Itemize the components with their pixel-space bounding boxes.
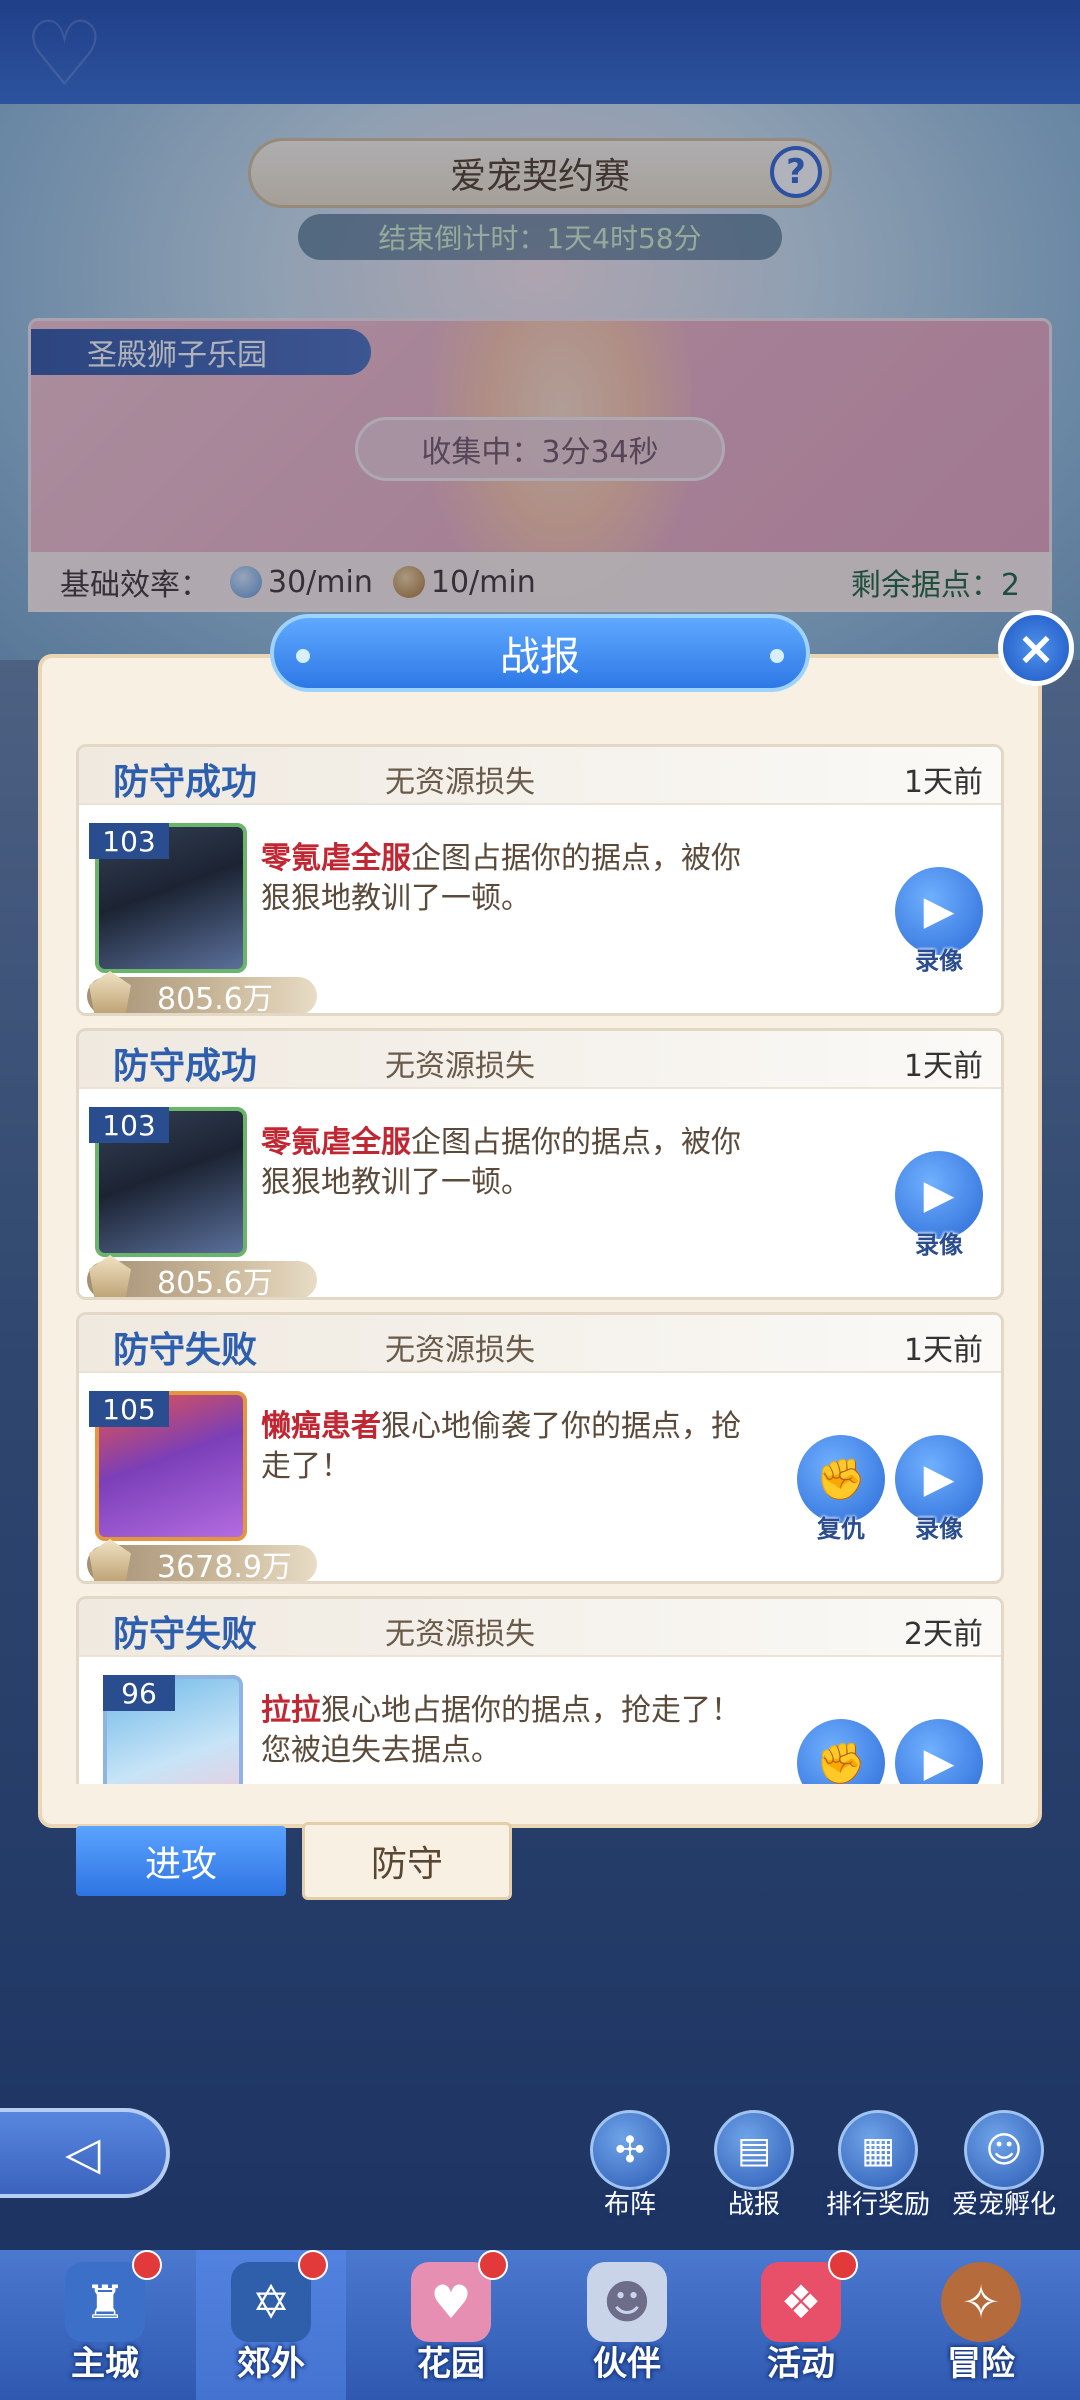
report-card: 防守成功 无资源损失 1天前 103 805.6万 零氪虐全服企图占据你的据点，…: [76, 1028, 1004, 1300]
heart-icon: ♥: [411, 2262, 491, 2342]
report-result: 防守成功: [113, 762, 258, 803]
gift-icon: ❖: [761, 2262, 841, 2342]
nav-suburb[interactable]: ✡ 郊外: [196, 2250, 346, 2400]
pet-icon: ☺: [985, 2129, 1023, 2171]
opponent-name[interactable]: 懒癌患者: [261, 1409, 381, 1444]
report-result: 防守失败: [113, 1614, 258, 1655]
back-button[interactable]: ◁: [0, 2108, 170, 2198]
video-camera-icon: ▶: [923, 1172, 955, 1218]
back-arrow-icon: ◁: [65, 2126, 101, 2180]
notification-dot: [828, 2250, 858, 2280]
report-loss: 无资源损失: [385, 1617, 535, 1652]
opponent-level: 96: [103, 1675, 175, 1711]
castle-icon: ♜: [65, 2262, 145, 2342]
opponent-name[interactable]: 拉拉: [261, 1693, 321, 1728]
formation-icon: ✣: [614, 2129, 646, 2171]
report-time: 1天前: [903, 1049, 983, 1084]
ranking-reward-button[interactable]: ▦: [838, 2110, 918, 2190]
report-text: 狠心地占据你的据点，抢走了！您被迫失去据点。: [261, 1693, 741, 1768]
battle-report-button[interactable]: ▤: [714, 2110, 794, 2190]
report-list[interactable]: 防守成功 无资源损失 1天前 103 805.6万 零氪虐全服企图占据你的据点，…: [76, 720, 1004, 1784]
nav-partner[interactable]: ☻ 伙伴: [552, 2250, 702, 2400]
replay-label: 录像: [915, 1231, 963, 1259]
battle-report-label: 战报: [727, 2190, 780, 2220]
report-message: 零氪虐全服企图占据你的据点，被你狠狠地教训了一顿。: [261, 839, 761, 919]
partner-avatar-icon: ☻: [587, 2262, 667, 2342]
video-camera-icon: ▶: [923, 888, 955, 934]
opponent-name[interactable]: 零氪虐全服: [261, 841, 411, 876]
nav-adventure[interactable]: ✧ 冒险: [906, 2250, 1056, 2400]
compass-icon: ✧: [941, 2262, 1021, 2342]
tab-defend[interactable]: 防守: [302, 1822, 512, 1900]
nav-label: 花园: [417, 2344, 485, 2384]
nav-activity[interactable]: ❖ 活动: [726, 2250, 876, 2400]
document-icon: ▤: [736, 2129, 771, 2171]
nav-label: 主城: [71, 2344, 139, 2384]
report-message: 拉拉狠心地占据你的据点，抢走了！您被迫失去据点。: [261, 1691, 761, 1771]
notification-dot: [298, 2250, 328, 2280]
report-card: 防守失败 无资源损失 2天前 96 拉拉狠心地占据你的据点，抢走了！您被迫失去据…: [76, 1596, 1004, 1784]
report-result: 防守成功: [113, 1046, 258, 1087]
nav-garden[interactable]: ♥ 花园: [376, 2250, 526, 2400]
replay-label: 录像: [915, 1515, 963, 1543]
ranking-reward-label: 排行奖励: [825, 2190, 930, 2220]
nav-main-city[interactable]: ♜ 主城: [30, 2250, 180, 2400]
report-time: 2天前: [903, 1617, 983, 1652]
pet-hatch-label: 爱宠孵化: [951, 2190, 1056, 2220]
notification-dot: [478, 2250, 508, 2280]
revenge-button[interactable]: ✊: [797, 1719, 885, 1784]
tab-attack[interactable]: 进攻: [76, 1826, 286, 1896]
video-camera-icon: ▶: [923, 1740, 955, 1784]
replay-button[interactable]: ▶: [895, 1719, 983, 1784]
report-card: 防守失败 无资源损失 1天前 105 3678.9万 懒癌患者狠心地偷袭了你的据…: [76, 1312, 1004, 1584]
revenge-label: 复仇: [817, 1515, 865, 1543]
opponent-level: 105: [89, 1391, 169, 1427]
opponent-name[interactable]: 零氪虐全服: [261, 1125, 411, 1160]
report-time: 1天前: [903, 1333, 983, 1368]
opponent-level: 103: [89, 823, 169, 859]
report-result: 防守失败: [113, 1330, 258, 1371]
nav-label: 郊外: [237, 2344, 305, 2384]
replay-label: 录像: [915, 947, 963, 975]
close-button[interactable]: ×: [998, 610, 1074, 686]
modal-title: 战报: [270, 614, 810, 692]
report-loss: 无资源损失: [385, 765, 535, 800]
star-of-david-icon: ✡: [231, 2262, 311, 2342]
nav-label: 活动: [767, 2344, 835, 2384]
report-message: 懒癌患者狠心地偷袭了你的据点，抢走了！: [261, 1407, 761, 1487]
opponent-level: 103: [89, 1107, 169, 1143]
report-card: 防守成功 无资源损失 1天前 103 805.6万 零氪虐全服企图占据你的据点，…: [76, 744, 1004, 1016]
notification-dot: [132, 2250, 162, 2280]
report-loss: 无资源损失: [385, 1049, 535, 1084]
nav-label: 伙伴: [593, 2344, 661, 2384]
formation-label: 布阵: [603, 2190, 656, 2220]
pet-hatch-button[interactable]: ☺: [964, 2110, 1044, 2190]
video-camera-icon: ▶: [923, 1456, 955, 1502]
formation-button[interactable]: ✣: [590, 2110, 670, 2190]
cards-icon: ▦: [860, 2129, 895, 2171]
fist-icon: ✊: [816, 1456, 866, 1503]
report-time: 1天前: [903, 765, 983, 800]
report-message: 零氪虐全服企图占据你的据点，被你狠狠地教训了一顿。: [261, 1123, 761, 1203]
report-loss: 无资源损失: [385, 1333, 535, 1368]
nav-label: 冒险: [947, 2344, 1015, 2384]
fist-icon: ✊: [816, 1740, 866, 1785]
